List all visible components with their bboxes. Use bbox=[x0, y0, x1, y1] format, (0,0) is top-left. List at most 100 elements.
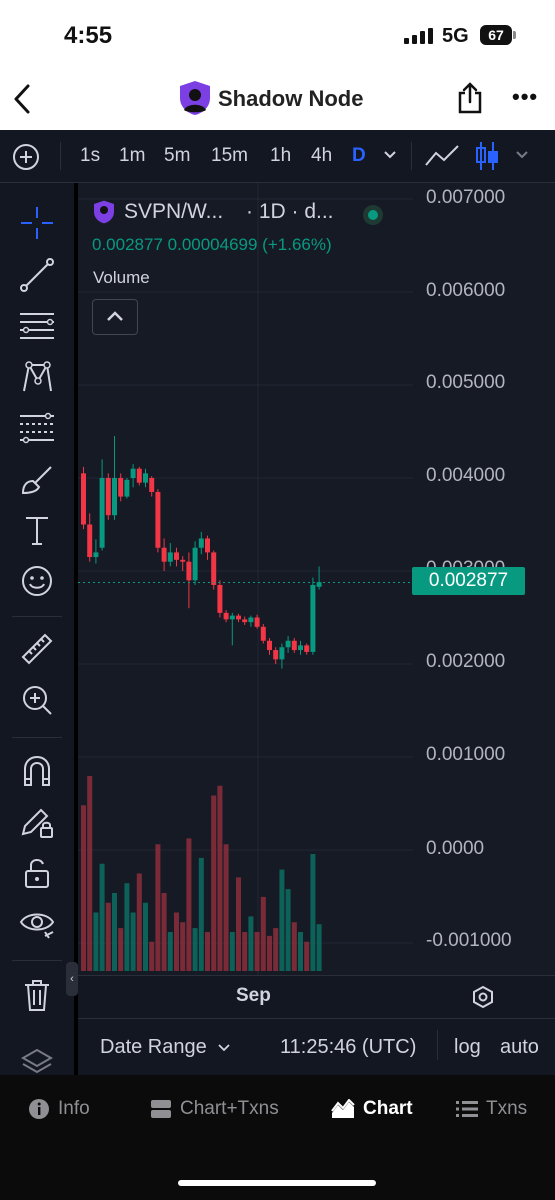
candle-body bbox=[124, 479, 130, 497]
log-scale-toggle[interactable]: log bbox=[454, 1036, 481, 1059]
volume-bar bbox=[254, 932, 260, 971]
candle-chart-type-icon[interactable] bbox=[474, 140, 500, 172]
candle-body bbox=[279, 647, 285, 660]
candle-body bbox=[248, 617, 254, 623]
candle-body bbox=[93, 552, 99, 558]
emoji-tool-icon[interactable] bbox=[17, 561, 57, 601]
candle-layer bbox=[81, 436, 322, 669]
line-chart-type-icon[interactable] bbox=[424, 143, 460, 169]
sidebar-collapse-handle[interactable]: ‹ bbox=[66, 962, 78, 996]
volume-bar bbox=[149, 941, 155, 971]
date-range-button[interactable]: Date Range bbox=[100, 1036, 230, 1059]
volume-bar bbox=[304, 941, 310, 971]
layers-icon[interactable] bbox=[17, 1040, 57, 1080]
timeframe-15m[interactable]: 15m bbox=[211, 145, 248, 167]
y-tick-label: 0.002000 bbox=[426, 651, 506, 672]
candle-body bbox=[105, 478, 111, 516]
candle-body bbox=[273, 650, 279, 660]
chevron-up-icon bbox=[107, 311, 123, 321]
symbol-name[interactable]: SVPN/W... bbox=[124, 200, 223, 224]
area-chart-icon bbox=[331, 1099, 355, 1118]
volume-bar bbox=[211, 795, 217, 971]
timeframe-d[interactable]: D bbox=[352, 145, 366, 167]
timeframe-1h[interactable]: 1h bbox=[270, 145, 291, 167]
candle-body bbox=[136, 468, 142, 483]
magnet-tool-icon[interactable] bbox=[17, 751, 57, 791]
last-price-legend: 0.002877 0.00004699 (+1.66%) bbox=[92, 235, 332, 255]
candle-body bbox=[236, 615, 241, 620]
timeframe-4h[interactable]: 4h bbox=[311, 145, 332, 167]
candle-body bbox=[87, 524, 93, 558]
tab-txns[interactable]: Txns bbox=[456, 1098, 527, 1120]
volume-bar bbox=[291, 922, 297, 971]
zoom-in-tool-icon[interactable] bbox=[17, 680, 57, 720]
tool-divider bbox=[12, 960, 62, 961]
volume-bar bbox=[217, 785, 223, 971]
utc-clock[interactable]: 11:25:46 (UTC) bbox=[280, 1036, 416, 1059]
volume-bar bbox=[192, 928, 198, 971]
battery-icon: 67 bbox=[480, 25, 512, 45]
volume-bar bbox=[130, 912, 136, 971]
candle-body bbox=[186, 561, 192, 581]
trash-icon[interactable] bbox=[17, 975, 57, 1015]
hide-drawings-eye-icon[interactable] bbox=[17, 904, 57, 944]
page-title: Shadow Node bbox=[218, 86, 364, 111]
collapse-legend-button[interactable] bbox=[92, 299, 138, 335]
tab-info[interactable]: Info bbox=[28, 1098, 90, 1120]
trend-line-tool-icon[interactable] bbox=[17, 255, 57, 295]
last-price: 0.002877 bbox=[92, 235, 163, 254]
volume-bar bbox=[136, 873, 142, 971]
range-divider bbox=[437, 1030, 438, 1060]
unlock-icon[interactable] bbox=[17, 853, 57, 893]
battery-tip bbox=[513, 31, 516, 39]
tool-divider bbox=[12, 737, 62, 738]
share-icon[interactable] bbox=[456, 82, 484, 114]
ruler-measure-tool-icon[interactable] bbox=[17, 629, 57, 669]
tab-label: Chart+Txns bbox=[180, 1098, 279, 1119]
candle-body bbox=[155, 491, 161, 548]
chart-type-dropdown-chevron-icon[interactable] bbox=[515, 150, 529, 160]
candle-body bbox=[143, 473, 148, 483]
signal-icon bbox=[404, 28, 433, 44]
candle-body bbox=[167, 552, 173, 562]
brush-tool-icon[interactable] bbox=[17, 459, 57, 499]
market-status-dot bbox=[363, 205, 383, 225]
timeframe-dropdown-chevron-icon[interactable] bbox=[383, 150, 397, 160]
volume-bar bbox=[81, 805, 86, 971]
timeframe-5m[interactable]: 5m bbox=[164, 145, 190, 167]
candle-body bbox=[254, 617, 260, 627]
crosshair-tool-icon[interactable] bbox=[17, 203, 57, 243]
back-chevron-icon[interactable] bbox=[10, 82, 34, 116]
auto-scale-toggle[interactable]: auto bbox=[500, 1036, 539, 1059]
volume-bar bbox=[105, 902, 111, 971]
volume-bar bbox=[167, 932, 173, 971]
volume-bar bbox=[99, 863, 105, 971]
more-options-icon[interactable]: ••• bbox=[512, 84, 538, 110]
volume-bar bbox=[124, 883, 130, 971]
timeframe-1s[interactable]: 1s bbox=[80, 145, 100, 167]
list-icon bbox=[456, 1101, 478, 1117]
candle-body bbox=[205, 538, 210, 553]
tab-chart-txns[interactable]: Chart+Txns bbox=[150, 1098, 279, 1120]
volume-bar bbox=[198, 857, 204, 971]
pattern-tool-icon[interactable] bbox=[17, 357, 57, 397]
last-price-tag: 0.002877 bbox=[412, 567, 525, 595]
price-change: 0.00004699 (+1.66%) bbox=[167, 235, 332, 254]
tab-label: Info bbox=[58, 1098, 90, 1119]
volume-bar bbox=[161, 893, 167, 971]
candle-body bbox=[81, 473, 86, 525]
timeframe-1m[interactable]: 1m bbox=[119, 145, 145, 167]
candle-body bbox=[285, 640, 291, 648]
parallel-lines-tool-icon[interactable] bbox=[17, 306, 57, 346]
lock-drawing-pencil-icon[interactable] bbox=[17, 802, 57, 842]
text-tool-icon[interactable] bbox=[17, 510, 57, 550]
volume-bar bbox=[143, 902, 148, 971]
tab-chart[interactable]: Chart bbox=[331, 1098, 413, 1120]
fib-retracement-tool-icon[interactable] bbox=[17, 408, 57, 448]
chart-settings-hex-icon[interactable] bbox=[471, 985, 495, 1009]
candle-body bbox=[161, 547, 167, 562]
candle-body bbox=[130, 468, 136, 478]
candle-body bbox=[149, 478, 155, 492]
add-indicator-icon[interactable] bbox=[12, 143, 40, 171]
volume-label: Volume bbox=[93, 268, 150, 287]
